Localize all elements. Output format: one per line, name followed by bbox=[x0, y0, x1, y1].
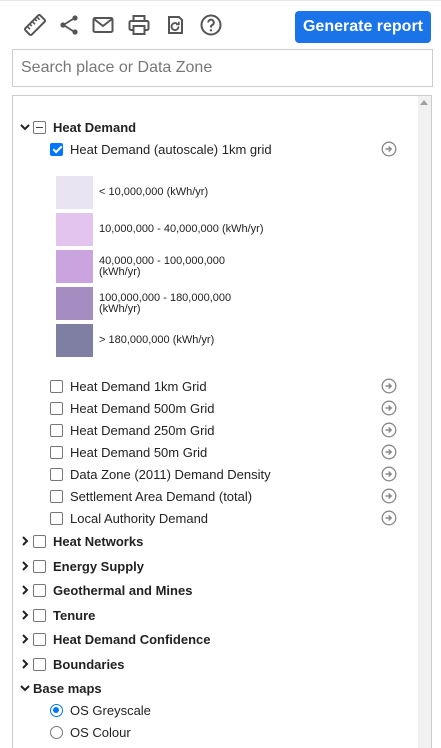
layer-group-heat-demand-confidence[interactable]: Heat Demand Confidence bbox=[20, 629, 210, 649]
legend-swatch bbox=[56, 250, 93, 283]
legend-label: 40,000,000 - 100,000,000 (kWh/yr) bbox=[99, 254, 226, 278]
layer-checkbox[interactable] bbox=[50, 467, 63, 481]
layer-group-label: Heat Networks bbox=[53, 533, 144, 549]
email-icon[interactable] bbox=[91, 13, 115, 37]
layer-item-label: Data Zone (2011) Demand Density bbox=[70, 466, 271, 482]
legend-swatch bbox=[56, 213, 93, 246]
layer-checkbox[interactable] bbox=[50, 489, 63, 503]
layer-checkbox[interactable] bbox=[50, 445, 63, 459]
layer-item-label: Heat Demand (autoscale) 1km grid bbox=[70, 141, 272, 157]
base-map-option-label: OS Greyscale bbox=[70, 702, 151, 718]
scroll-up-arrow-icon[interactable] bbox=[420, 100, 428, 105]
layer-group-boundaries[interactable]: Boundaries bbox=[20, 654, 125, 674]
legend-item: < 10,000,000 (kWh/yr) bbox=[56, 176, 269, 209]
group-checkbox[interactable] bbox=[33, 632, 46, 646]
go-to-layer-arrow-icon[interactable] bbox=[381, 488, 397, 504]
layer-item-label: Heat Demand 250m Grid bbox=[70, 422, 215, 438]
generate-report-button[interactable]: Generate report bbox=[295, 11, 431, 43]
base-map-option-label: OS Colour bbox=[70, 724, 131, 740]
layer-item-data-zone-demand-density[interactable]: Data Zone (2011) Demand Density bbox=[50, 464, 271, 484]
base-maps-group[interactable]: Base maps bbox=[20, 678, 102, 698]
group-checkbox[interactable] bbox=[33, 534, 46, 548]
legend-swatch bbox=[56, 287, 93, 320]
layer-item-label: Local Authority Demand bbox=[70, 510, 209, 526]
ruler-icon[interactable] bbox=[23, 13, 47, 37]
layer-item-label: Heat Demand 500m Grid bbox=[70, 400, 215, 416]
layer-item-heat-demand-250m[interactable]: Heat Demand 250m Grid bbox=[50, 420, 215, 440]
chevron-right-icon[interactable] bbox=[20, 561, 30, 571]
layer-group-label: Heat Demand bbox=[53, 119, 137, 135]
legend-item: 10,000,000 - 40,000,000 (kWh/yr) bbox=[56, 213, 269, 246]
chevron-down-icon[interactable] bbox=[20, 122, 30, 132]
layer-item-heat-demand-1km[interactable]: Heat Demand 1km Grid bbox=[50, 376, 207, 396]
layer-group-geothermal-and-mines[interactable]: Geothermal and Mines bbox=[20, 580, 192, 600]
layer-checkbox[interactable] bbox=[50, 379, 63, 393]
go-to-layer-arrow-icon[interactable] bbox=[381, 466, 397, 482]
legend-item: 100,000,000 - 180,000,000 (kWh/yr) bbox=[56, 287, 249, 320]
go-to-layer-arrow-icon[interactable] bbox=[381, 400, 397, 416]
layer-item-heat-demand-50m[interactable]: Heat Demand 50m Grid bbox=[50, 442, 207, 462]
layer-group-energy-supply[interactable]: Energy Supply bbox=[20, 556, 144, 576]
go-to-layer-arrow-icon[interactable] bbox=[381, 141, 397, 157]
legend-item: > 180,000,000 (kWh/yr) bbox=[56, 324, 269, 357]
layer-group-label: Heat Demand Confidence bbox=[53, 631, 211, 647]
group-checkbox[interactable] bbox=[33, 120, 46, 134]
legend-swatch bbox=[56, 176, 93, 209]
base-map-option-os-colour[interactable]: OS Colour bbox=[50, 722, 131, 742]
group-checkbox[interactable] bbox=[33, 559, 46, 573]
chevron-right-icon[interactable] bbox=[20, 659, 30, 669]
legend-label: > 180,000,000 (kWh/yr) bbox=[99, 334, 215, 346]
help-icon[interactable] bbox=[199, 13, 223, 37]
chevron-right-icon[interactable] bbox=[20, 634, 30, 644]
layer-group-heat-demand[interactable]: Heat Demand bbox=[20, 117, 136, 137]
legend-item: 40,000,000 - 100,000,000 (kWh/yr) bbox=[56, 250, 269, 283]
group-checkbox[interactable] bbox=[33, 608, 46, 622]
layer-item-heat-demand-autoscale[interactable]: Heat Demand (autoscale) 1km grid bbox=[50, 139, 272, 159]
layer-item-label: Settlement Area Demand (total) bbox=[70, 488, 253, 504]
base-maps-label: Base maps bbox=[33, 680, 102, 696]
layer-group-tenure[interactable]: Tenure bbox=[20, 605, 95, 625]
chevron-right-icon[interactable] bbox=[20, 536, 30, 546]
reset-icon[interactable] bbox=[163, 13, 187, 37]
base-map-radio[interactable] bbox=[50, 725, 63, 739]
chevron-down-icon[interactable] bbox=[20, 683, 30, 693]
layer-item-settlement-area-demand[interactable]: Settlement Area Demand (total) bbox=[50, 486, 252, 506]
legend-swatch bbox=[56, 324, 93, 357]
layer-group-label: Boundaries bbox=[53, 656, 125, 672]
go-to-layer-arrow-icon[interactable] bbox=[381, 378, 397, 394]
layer-checkbox[interactable] bbox=[50, 511, 63, 525]
legend-label: 100,000,000 - 180,000,000 (kWh/yr) bbox=[99, 291, 232, 315]
legend-label: < 10,000,000 (kWh/yr) bbox=[99, 186, 209, 198]
go-to-layer-arrow-icon[interactable] bbox=[381, 510, 397, 526]
base-map-radio[interactable] bbox=[50, 703, 63, 717]
layer-group-heat-networks[interactable]: Heat Networks bbox=[20, 531, 143, 551]
chevron-right-icon[interactable] bbox=[20, 585, 30, 595]
chevron-right-icon[interactable] bbox=[20, 610, 30, 620]
layer-group-label: Geothermal and Mines bbox=[53, 582, 193, 598]
group-checkbox[interactable] bbox=[33, 657, 46, 671]
share-icon[interactable] bbox=[57, 13, 81, 37]
go-to-layer-arrow-icon[interactable] bbox=[381, 422, 397, 438]
layer-item-heat-demand-500m[interactable]: Heat Demand 500m Grid bbox=[50, 398, 215, 418]
layer-group-label: Tenure bbox=[53, 607, 96, 623]
print-icon[interactable] bbox=[127, 13, 151, 37]
toolbar: Generate report bbox=[0, 0, 441, 46]
go-to-layer-arrow-icon[interactable] bbox=[381, 444, 397, 460]
layer-tree-panel: Heat Demand Heat Demand (autoscale) 1km … bbox=[12, 95, 432, 748]
layer-item-label: Heat Demand 50m Grid bbox=[70, 444, 208, 460]
layer-item-local-authority-demand[interactable]: Local Authority Demand bbox=[50, 508, 208, 528]
layer-checkbox[interactable] bbox=[50, 401, 63, 415]
layer-item-label: Heat Demand 1km Grid bbox=[70, 378, 207, 394]
legend-label: 10,000,000 - 40,000,000 (kWh/yr) bbox=[99, 223, 264, 235]
base-map-option-os-greyscale[interactable]: OS Greyscale bbox=[50, 700, 151, 720]
layer-group-label: Energy Supply bbox=[53, 558, 145, 574]
layer-checkbox[interactable] bbox=[50, 142, 63, 156]
layer-checkbox[interactable] bbox=[50, 423, 63, 437]
group-checkbox[interactable] bbox=[33, 583, 46, 597]
scrollbar[interactable] bbox=[418, 96, 431, 748]
search-input[interactable] bbox=[12, 49, 433, 87]
